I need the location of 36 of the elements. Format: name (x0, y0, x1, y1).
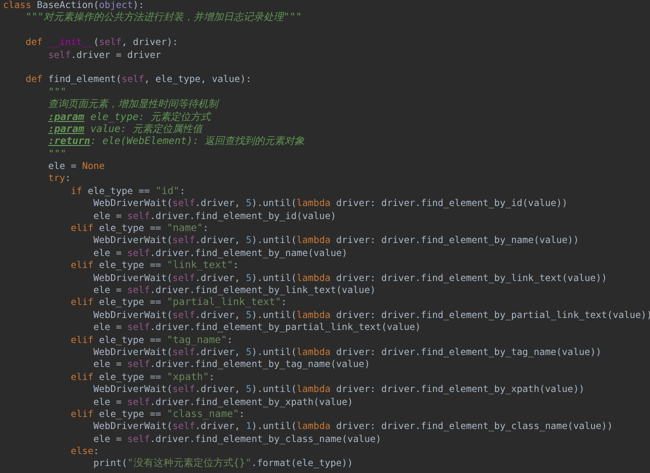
code-line: elif ele_type == "tag_name": (70, 334, 233, 346)
code-line: """ (48, 86, 66, 98)
code-line: ele = self.driver.find_element_by_id(value) (93, 210, 336, 222)
code-line: elif ele_type == "class_name": (70, 408, 245, 420)
code-line: WebDriverWait(self.driver, 5).until(lambda driver: driver.find_element_by_tag_name(value)) (93, 346, 602, 358)
code-line: """ (48, 148, 66, 160)
code-line: WebDriverWait(self.driver, 5).until(lambda driver: driver.find_element_by_link_text(value)) (93, 272, 608, 284)
code-line: WebDriverWait(self.driver, 5).until(lambda driver: driver.find_element_by_xpath(value)) (93, 384, 584, 396)
code-line: ele = self.driver.find_element_by_xpath(value) (93, 396, 354, 408)
code-line: class BaseAction(object): (3, 0, 144, 11)
code-line: """对元素操作的公共方法进行封装，并增加日志记录处理""" (26, 12, 302, 24)
code-line: else: (70, 446, 100, 458)
code-line: def find_element(self, ele_type, value): (26, 74, 252, 86)
code-line: if ele_type == "id": (70, 186, 186, 197)
code-line: ele = self.driver.find_element_by_name(value) (93, 248, 348, 259)
code-line: WebDriverWait(self.driver, 5).until(lambda driver: driver.find_element_by_name(value)) (93, 235, 579, 246)
code-line: elif ele_type == "xpath": (70, 372, 215, 383)
code-line: WebDriverWait(self.driver, 5).until(lambda driver: driver.find_element_by_id(value)) (93, 198, 568, 210)
code-line: elif ele_type == "name": (70, 223, 209, 234)
code-line: print("没有这种元素定位方式{}".format(ele_type)) (93, 458, 353, 470)
code-line: :param value: 元素定位属性值 (48, 124, 202, 135)
code-line: WebDriverWait(self.driver, 5).until(lambda driver: driver.find_element_by_partial_link_text(value)) (93, 310, 650, 321)
code-line: try: (48, 173, 71, 184)
code-line: elif ele_type == "partial_link_text": (70, 297, 287, 308)
code-line: :param ele_type: 元素定位方式 (48, 112, 211, 123)
code-line: ele = self.driver.find_element_by_class_name(value) (93, 434, 382, 445)
code-line: ele = self.driver.find_element_by_link_text(value) (93, 284, 376, 296)
code-line: 查询页面元素，增加显性时间等待机制 (48, 99, 218, 110)
code-line: ele = self.driver.find_element_by_tag_name(value) (93, 359, 370, 370)
code-line: elif ele_type == "link_text": (70, 260, 239, 272)
code-line: def __init__(self, driver): (26, 37, 178, 48)
code-line: self.driver = driver (48, 50, 162, 61)
code-line: ele = self.driver.find_element_by_partial_link_text(value) (93, 322, 421, 334)
code-line: :return: ele(WebElement): 返回查找到的元素对象 (48, 136, 305, 148)
code-line: ele = None (48, 161, 105, 172)
code-line: WebDriverWait(self.driver, 1).until(lambda driver: driver.find_element_by_class_name(value)) (93, 421, 613, 432)
